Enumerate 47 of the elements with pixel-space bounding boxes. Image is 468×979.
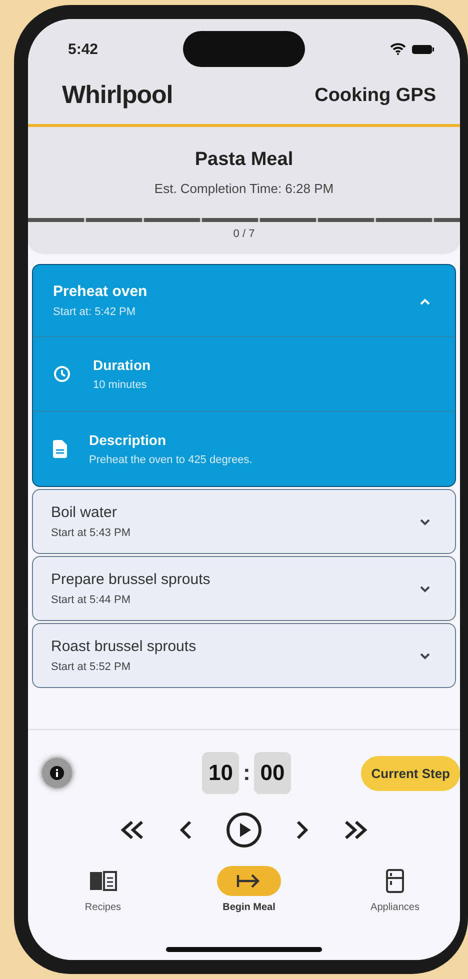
step-card[interactable]: Prepare brussel sprouts Start at 5:44 PM — [32, 556, 456, 621]
skip-forward-icon[interactable] — [342, 820, 368, 840]
step-start-time: Start at 5:44 PM — [51, 594, 132, 606]
book-icon — [89, 870, 117, 892]
detail-value: 10 minutes — [93, 379, 148, 391]
step-start-time: Start at 5:43 PM — [51, 527, 130, 539]
step-title: Boil water — [51, 504, 118, 521]
previous-icon[interactable] — [180, 820, 192, 840]
app-title: Cooking GPS — [314, 84, 436, 106]
info-button[interactable] — [42, 758, 72, 788]
step-card[interactable]: Roast brussel sprouts Start at 5:52 PM — [32, 623, 456, 688]
chevron-down-icon[interactable] — [419, 518, 431, 526]
step-title: Preheat oven — [53, 283, 148, 300]
arrow-to-right-icon — [236, 873, 262, 889]
fridge-icon — [386, 869, 404, 893]
nav-label[interactable]: Recipes — [84, 902, 122, 913]
info-icon — [50, 766, 64, 780]
battery-icon — [412, 44, 434, 54]
detail-label: Duration — [93, 357, 151, 373]
timer-seconds: 00 — [254, 752, 291, 794]
timer-separator: : — [242, 760, 250, 786]
detail-label: Description — [89, 432, 168, 448]
step-card[interactable]: Boil water Start at 5:43 PM — [32, 489, 456, 554]
nav-label[interactable]: Begin Meal — [222, 902, 276, 913]
brand-logo: Whirlpool — [62, 81, 173, 110]
play-icon[interactable] — [226, 812, 262, 848]
timer-minutes: 10 — [202, 752, 239, 794]
current-step-button[interactable]: Current Step — [361, 756, 460, 790]
step-start-time: Start at: 5:42 PM — [53, 306, 137, 318]
chevron-down-icon[interactable] — [419, 584, 431, 592]
detail-value: Preheat the oven to 425 degrees. — [89, 454, 252, 466]
skip-back-icon[interactable] — [120, 820, 146, 840]
progress-count: 0 / 7 — [232, 228, 256, 240]
step-title: Roast brussel sprouts — [51, 638, 196, 655]
wifi-icon — [390, 43, 406, 55]
nav-icon-pill[interactable] — [217, 866, 281, 896]
nav-label[interactable]: Appliances — [370, 902, 420, 913]
chevron-up-icon[interactable] — [419, 296, 431, 304]
status-time: 5:42 — [68, 40, 98, 58]
step-title: Prepare brussel sprouts — [51, 571, 210, 588]
completion-time: Est. Completion Time: 6:28 PM — [153, 181, 335, 196]
next-icon[interactable] — [296, 820, 308, 840]
step-start-time: Start at 5:52 PM — [51, 661, 132, 673]
document-icon — [53, 440, 67, 458]
meal-title: Pasta Meal — [194, 149, 294, 171]
chevron-down-icon[interactable] — [419, 652, 431, 660]
clock-icon — [53, 365, 71, 383]
